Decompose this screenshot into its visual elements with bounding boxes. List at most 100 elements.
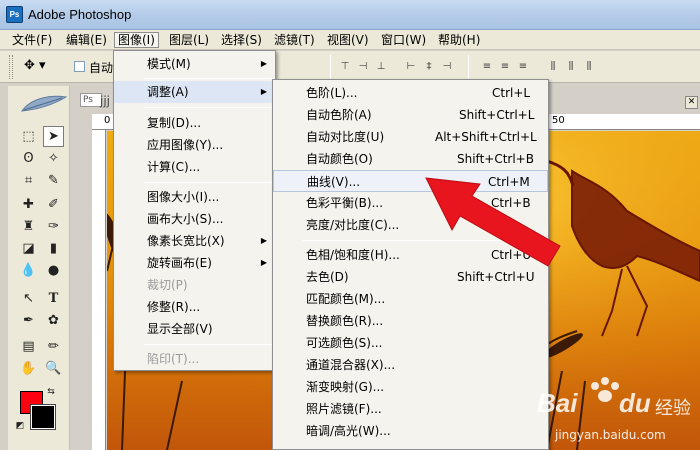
menu-file[interactable]: 文件(F) [9,32,55,48]
menu-item-label: 匹配颜色(M)... [306,292,386,306]
menu-item-label: 计算(C)... [147,160,201,174]
distribute-bottom-icon[interactable]: ≡ [516,60,530,74]
menu-item-label: 自动颜色(O) [306,152,373,166]
menu-item-selective-color[interactable]: 可选颜色(S)... [273,332,548,354]
menu-item-shortcut: Ctrl+L [492,86,531,100]
history-brush-tool-icon[interactable]: ✑ [43,216,64,237]
menu-item-label: 通道混合器(X)... [306,358,396,372]
menu-edit[interactable]: 编辑(E) [63,32,110,48]
swap-colors-icon[interactable]: ⇆ [45,386,57,398]
distribute-hcenter-icon[interactable]: ⫼ [564,60,578,74]
menu-select[interactable]: 选择(S) [218,32,265,48]
distribute-top-icon[interactable]: ≡ [480,60,494,74]
options-separator [330,55,331,79]
healing-brush-tool-icon[interactable]: ✚ [18,194,39,215]
menu-item-shortcut: Shift+Ctrl+L [459,108,535,122]
menu-item-apply-image[interactable]: 应用图像(Y)... [114,134,275,156]
distribute-right-icon[interactable]: ⫼ [582,60,596,74]
notes-tool-icon[interactable]: ▤ [18,336,39,357]
menu-item-channel-mixer[interactable]: 通道混合器(X)... [273,354,548,376]
gradient-tool-icon[interactable]: ▮ [43,238,64,259]
align-top-icon[interactable]: ⊤ [338,60,352,74]
brush-tool-icon[interactable]: ✐ [43,194,64,215]
menu-item-adjust[interactable]: 调整(A) ▶ [114,81,275,103]
menu-item-auto-contrast[interactable]: 自动对比度(U) Alt+Shift+Ctrl+L [273,126,548,148]
lasso-tool-icon[interactable]: ʘ [18,148,39,169]
menu-item-label: 调整(A) [147,85,189,99]
menu-item-label: 亮度/对比度(C)... [306,218,400,232]
menu-item-shortcut: Alt+Shift+Ctrl+L [435,130,537,144]
align-vcenter-icon[interactable]: ⊣ [356,60,370,74]
submenu-arrow-icon: ▶ [260,258,267,267]
watermark-suffix: 经验 [655,398,691,419]
custom-shape-tool-icon[interactable]: ✿ [43,310,64,331]
options-grip[interactable] [9,55,13,79]
menu-item-mode[interactable]: 模式(M) ▶ [114,53,275,75]
align-bottom-icon[interactable]: ⊥ [374,60,388,74]
red-annotation-arrow-icon [425,177,561,267]
document-icon: Ps [80,93,102,107]
menu-item-pixel-aspect-ratio[interactable]: 像素长宽比(X) ▶ [114,230,275,252]
menu-item-label: 修整(R)... [147,300,201,314]
dodge-tool-icon[interactable]: ● [43,260,64,281]
submenu-arrow-icon: ▶ [260,236,267,245]
type-tool-icon[interactable]: T [43,288,64,309]
menu-item-auto-color[interactable]: 自动颜色(O) Shift+Ctrl+B [273,148,548,170]
auto-select-checkbox[interactable] [74,61,85,72]
align-hcenter-icon[interactable]: ‡ [422,60,436,74]
menu-item-match-color[interactable]: 匹配颜色(M)... [273,288,548,310]
marquee-tool-icon[interactable]: ⬚ [18,126,39,147]
menu-image[interactable]: 图像(I) [114,32,159,48]
pen-tool-icon[interactable]: ✒ [18,310,39,331]
menu-view[interactable]: 视图(V) [324,32,372,48]
watermark-url: jingyan.baidu.com [555,428,666,442]
vertical-ruler [92,130,106,450]
path-selection-tool-icon[interactable]: ↖ [18,288,39,309]
crop-tool-icon[interactable]: ⌗ [18,170,39,191]
menu-item-rotate-canvas[interactable]: 旋转画布(E) ▶ [114,252,275,274]
distribute-vcenter-icon[interactable]: ≡ [498,60,512,74]
blur-tool-icon[interactable]: 💧 [18,260,39,281]
menu-item-image-size[interactable]: 图像大小(I)... [114,186,275,208]
hand-tool-icon[interactable]: ✋ [18,358,39,379]
background-color-swatch[interactable] [30,404,56,430]
menu-item-label: 可选颜色(S)... [306,336,383,350]
move-tool-icon[interactable]: ➤ [43,126,64,147]
menu-item-label: 自动对比度(U) [306,130,385,144]
menu-item-gradient-map[interactable]: 渐变映射(G)... [273,376,548,398]
menu-item-canvas-size[interactable]: 画布大小(S)... [114,208,275,230]
menu-item-photo-filter[interactable]: 照片滤镜(F)... [273,398,548,420]
align-left-icon[interactable]: ⊢ [404,60,418,74]
menu-item-duplicate[interactable]: 复制(D)... [114,112,275,134]
distribute-left-icon[interactable]: ⫼ [546,60,560,74]
menu-help[interactable]: 帮助(H) [435,32,483,48]
align-right-icon[interactable]: ⊣ [440,60,454,74]
menu-item-auto-levels[interactable]: 自动色阶(A) Shift+Ctrl+L [273,104,548,126]
menu-item-replace-color[interactable]: 替换颜色(R)... [273,310,548,332]
menu-filter[interactable]: 滤镜(T) [271,32,318,48]
menu-item-trim[interactable]: 修整(R)... [114,296,275,318]
zoom-tool-icon[interactable]: 🔍 [43,358,64,379]
clone-stamp-tool-icon[interactable]: ♜ [18,216,39,237]
menu-separator [144,78,275,79]
document-title: jjj [100,94,111,108]
default-colors-icon[interactable]: ◩ [14,420,26,432]
menu-item-reveal-all[interactable]: 显示全部(V) [114,318,275,340]
slice-tool-icon[interactable]: ✎ [43,170,64,191]
menu-item-label: 显示全部(V) [147,322,213,336]
menu-item-levels[interactable]: 色阶(L)... Ctrl+L [273,82,548,104]
menu-item-shadow-highlight[interactable]: 暗调/高光(W)... [273,420,548,442]
menu-item-label: 模式(M) [147,57,191,71]
menu-bar: 文件(F) 编辑(E) 图像(I) 图层(L) 选择(S) 滤镜(T) 视图(V… [0,30,700,50]
menu-item-label: 色相/饱和度(H)... [306,248,400,262]
close-icon[interactable]: ✕ [685,96,698,109]
menu-item-label: 画布大小(S)... [147,212,224,226]
magic-wand-tool-icon[interactable]: ✧ [43,148,64,169]
watermark-brand: Bai [537,388,578,418]
move-tool-preset-icon[interactable]: ✥ ▾ [24,58,46,73]
eyedropper-tool-icon[interactable]: ✏ [43,336,64,357]
eraser-tool-icon[interactable]: ◪ [18,238,39,259]
menu-item-calculations[interactable]: 计算(C)... [114,156,275,178]
menu-window[interactable]: 窗口(W) [378,32,429,48]
menu-layer[interactable]: 图层(L) [166,32,212,48]
